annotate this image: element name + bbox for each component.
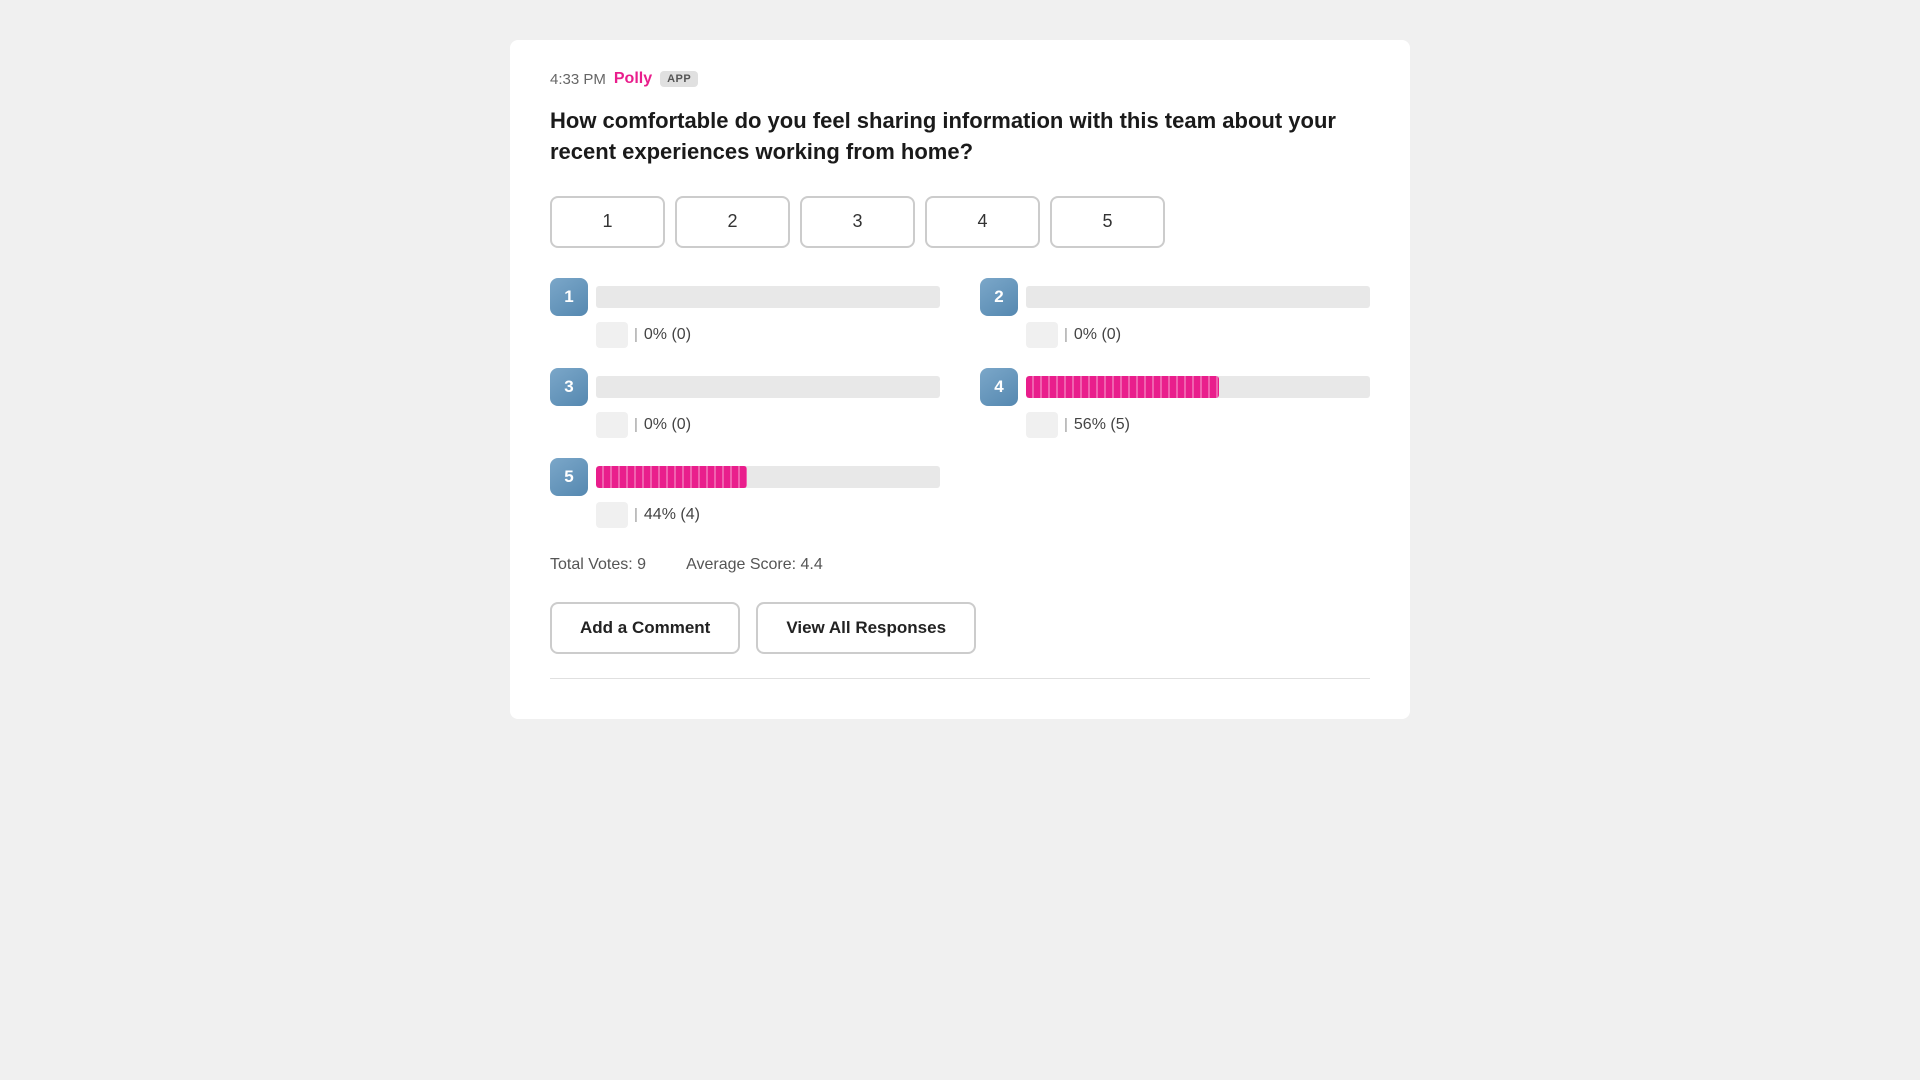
result-bar-row-3: 3	[550, 368, 940, 406]
result-stat-row-4: | 56% (5)	[980, 412, 1370, 438]
bar-container-5	[596, 466, 940, 488]
stat-text-2: 0% (0)	[1074, 326, 1121, 344]
bar-fill-5	[596, 466, 747, 488]
add-comment-button[interactable]: Add a Comment	[550, 602, 740, 654]
stat-box-1	[596, 322, 628, 348]
vote-button-5[interactable]: 5	[1050, 196, 1165, 248]
bar-container-2	[1026, 286, 1370, 308]
bar-container-4	[1026, 376, 1370, 398]
stat-separator-3: |	[634, 416, 638, 433]
result-badge-4: 4	[980, 368, 1018, 406]
stat-text-1: 0% (0)	[644, 326, 691, 344]
result-item-1: 1 | 0% (0)	[550, 278, 940, 348]
result-stat-row-3: | 0% (0)	[550, 412, 940, 438]
average-score-text: Average Score: 4.4	[686, 556, 823, 574]
result-badge-3: 3	[550, 368, 588, 406]
summary-row: Total Votes: 9 Average Score: 4.4	[550, 556, 1370, 574]
result-stat-row-1: | 0% (0)	[550, 322, 940, 348]
stat-text-4: 56% (5)	[1074, 416, 1130, 434]
stat-text-5: 44% (4)	[644, 506, 700, 524]
action-buttons: Add a Comment View All Responses	[550, 602, 1370, 654]
result-badge-1: 1	[550, 278, 588, 316]
page-wrapper: 4:33 PM Polly APP How comfortable do you…	[0, 0, 1920, 1080]
stat-box-3	[596, 412, 628, 438]
result-stat-row-2: | 0% (0)	[980, 322, 1370, 348]
bar-container-3	[596, 376, 940, 398]
result-bar-row-1: 1	[550, 278, 940, 316]
vote-button-2[interactable]: 2	[675, 196, 790, 248]
result-badge-5: 5	[550, 458, 588, 496]
stat-separator-5: |	[634, 506, 638, 523]
total-votes-text: Total Votes: 9	[550, 556, 646, 574]
stat-box-2	[1026, 322, 1058, 348]
stat-separator-4: |	[1064, 416, 1068, 433]
result-item-3: 3 | 0% (0)	[550, 368, 940, 438]
result-bar-row-5: 5	[550, 458, 940, 496]
view-responses-button[interactable]: View All Responses	[756, 602, 976, 654]
vote-button-1[interactable]: 1	[550, 196, 665, 248]
result-item-5: 5 | 44% (4)	[550, 458, 940, 528]
stat-separator-2: |	[1064, 326, 1068, 343]
vote-button-4[interactable]: 4	[925, 196, 1040, 248]
result-badge-2: 2	[980, 278, 1018, 316]
stat-text-3: 0% (0)	[644, 416, 691, 434]
bar-container-1	[596, 286, 940, 308]
bar-fill-4	[1026, 376, 1219, 398]
poll-card: 4:33 PM Polly APP How comfortable do you…	[510, 40, 1410, 719]
timestamp: 4:33 PM	[550, 71, 606, 88]
results-grid: 1 | 0% (0) 2	[550, 278, 1370, 528]
vote-buttons-row: 1 2 3 4 5	[550, 196, 1370, 248]
stat-separator-1: |	[634, 326, 638, 343]
question-text: How comfortable do you feel sharing info…	[550, 106, 1370, 168]
stat-box-4	[1026, 412, 1058, 438]
result-item-4: 4 | 56% (5)	[980, 368, 1370, 438]
result-bar-row-4: 4	[980, 368, 1370, 406]
header-row: 4:33 PM Polly APP	[550, 70, 1370, 88]
app-name: Polly	[614, 70, 652, 88]
result-stat-row-5: | 44% (4)	[550, 502, 940, 528]
stat-box-5	[596, 502, 628, 528]
result-bar-row-2: 2	[980, 278, 1370, 316]
divider	[550, 678, 1370, 679]
result-item-2: 2 | 0% (0)	[980, 278, 1370, 348]
app-badge: APP	[660, 71, 698, 87]
vote-button-3[interactable]: 3	[800, 196, 915, 248]
